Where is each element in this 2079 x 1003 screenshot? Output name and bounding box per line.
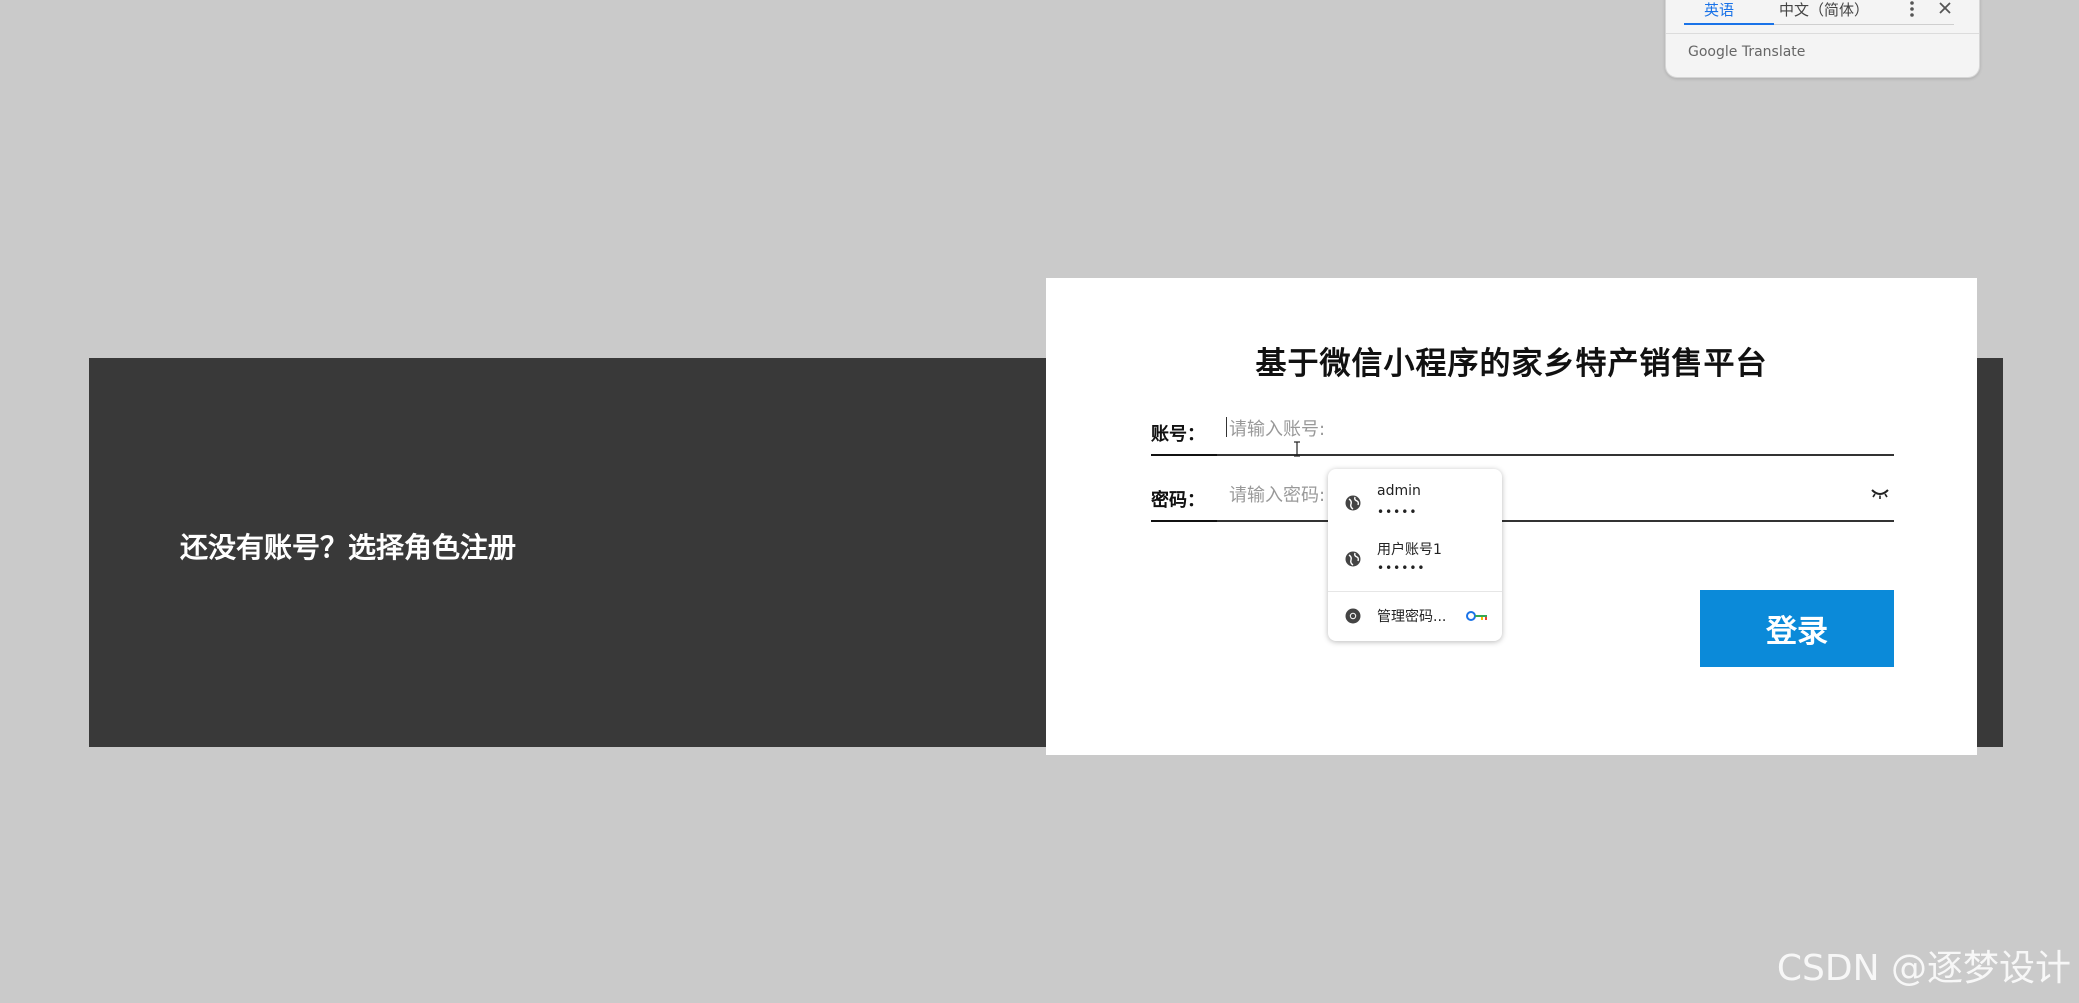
account-label-underline bbox=[1151, 454, 1217, 456]
manage-passwords-label: 管理密码... bbox=[1377, 609, 1447, 625]
ibeam-cursor-icon bbox=[1294, 441, 1300, 457]
globe-icon bbox=[1345, 551, 1361, 567]
password-input[interactable] bbox=[1227, 478, 1861, 512]
password-field: 密码： bbox=[1151, 474, 1894, 522]
translate-divider bbox=[1666, 33, 1979, 34]
autofill-item[interactable]: 用户账号1 •••••• bbox=[1328, 533, 1502, 589]
register-prompt-link[interactable]: 还没有账号？选择角色注册 bbox=[180, 526, 516, 566]
autofill-password-mask: •••••• bbox=[1377, 561, 1426, 575]
tab-source-language[interactable]: 英语 bbox=[1704, 0, 1734, 20]
key-icon bbox=[1466, 611, 1487, 621]
text-caret bbox=[1226, 417, 1227, 437]
password-autofill-dropdown: admin ••••• 用户账号1 •••••• 管理密码... bbox=[1328, 469, 1502, 641]
csdn-watermark: CSDN @逐梦设计 bbox=[1776, 948, 2071, 989]
google-translate-popup: 英语 中文（简体） Google Translate bbox=[1665, 0, 1980, 78]
account-label: 账号： bbox=[1151, 424, 1205, 445]
password-label-underline bbox=[1151, 520, 1217, 522]
page-title: 基于微信小程序的家乡特产销售平台 bbox=[1255, 346, 1768, 382]
google-translate-brand: Google Translate bbox=[1688, 44, 1806, 60]
password-label: 密码： bbox=[1151, 490, 1205, 511]
account-field: 账号： bbox=[1151, 408, 1894, 456]
account-input[interactable] bbox=[1227, 412, 1861, 446]
more-vert-icon[interactable] bbox=[1904, 0, 1920, 19]
autofill-password-mask: ••••• bbox=[1377, 505, 1418, 519]
login-button[interactable]: 登录 bbox=[1700, 590, 1894, 667]
tab-underline bbox=[1774, 24, 1954, 25]
tab-target-language[interactable]: 中文（简体） bbox=[1779, 0, 1869, 20]
active-tab-indicator bbox=[1684, 23, 1774, 25]
globe-icon bbox=[1345, 495, 1361, 511]
eye-closed-icon[interactable] bbox=[1870, 486, 1890, 500]
autofill-username: admin bbox=[1377, 483, 1421, 499]
autofill-item[interactable]: admin ••••• bbox=[1328, 477, 1502, 533]
chrome-icon bbox=[1345, 608, 1361, 624]
autofill-username: 用户账号1 bbox=[1377, 542, 1442, 558]
manage-passwords-item[interactable]: 管理密码... bbox=[1328, 592, 1502, 638]
close-icon[interactable] bbox=[1937, 0, 1953, 16]
